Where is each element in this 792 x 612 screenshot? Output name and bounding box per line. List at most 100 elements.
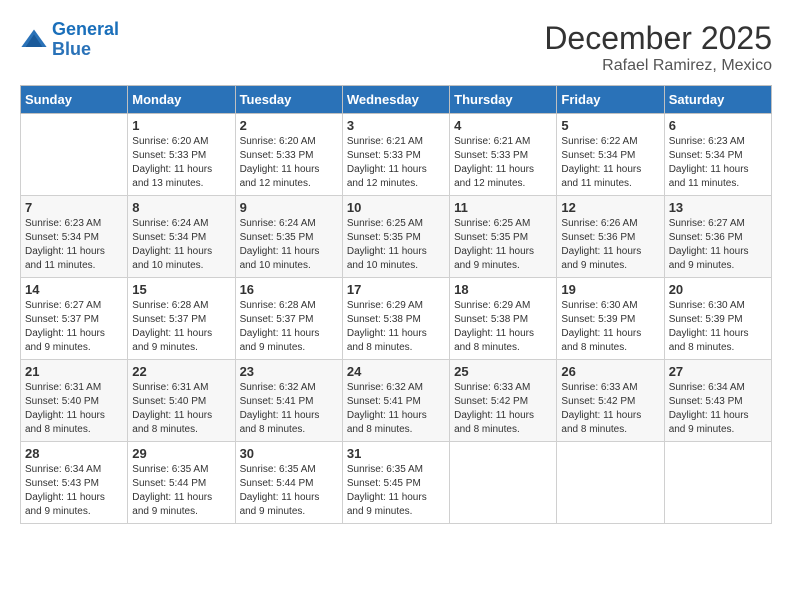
day-number: 3	[347, 118, 445, 133]
day-info: Sunrise: 6:27 AMSunset: 5:37 PMDaylight:…	[25, 299, 123, 355]
day-info: Sunrise: 6:25 AMSunset: 5:35 PMDaylight:…	[454, 217, 552, 273]
day-number: 29	[132, 446, 230, 461]
day-info: Sunrise: 6:27 AMSunset: 5:36 PMDaylight:…	[669, 217, 767, 273]
calendar-cell: 28 Sunrise: 6:34 AMSunset: 5:43 PMDayligh…	[21, 442, 128, 524]
calendar-week-row: 14 Sunrise: 6:27 AMSunset: 5:37 PMDayligh…	[21, 278, 772, 360]
calendar-cell: 2 Sunrise: 6:20 AMSunset: 5:33 PMDaylight…	[235, 114, 342, 196]
calendar-cell: 30 Sunrise: 6:35 AMSunset: 5:44 PMDayligh…	[235, 442, 342, 524]
calendar-week-row: 28 Sunrise: 6:34 AMSunset: 5:43 PMDayligh…	[21, 442, 772, 524]
calendar-cell: 6Sunrise: 6:23 AMSunset: 5:34 PMDaylight…	[664, 114, 771, 196]
calendar-week-row: 7 Sunrise: 6:23 AMSunset: 5:34 PMDaylight…	[21, 196, 772, 278]
calendar-cell: 31 Sunrise: 6:35 AMSunset: 5:45 PMDayligh…	[342, 442, 449, 524]
calendar-cell: 7 Sunrise: 6:23 AMSunset: 5:34 PMDaylight…	[21, 196, 128, 278]
day-info: Sunrise: 6:35 AMSunset: 5:45 PMDaylight:…	[347, 463, 445, 519]
day-number: 10	[347, 200, 445, 215]
calendar-cell: 15 Sunrise: 6:28 AMSunset: 5:37 PMDayligh…	[128, 278, 235, 360]
calendar-cell: 14 Sunrise: 6:27 AMSunset: 5:37 PMDayligh…	[21, 278, 128, 360]
calendar-cell: 19 Sunrise: 6:30 AMSunset: 5:39 PMDayligh…	[557, 278, 664, 360]
day-number: 1	[132, 118, 230, 133]
month-title: December 2025	[544, 20, 772, 57]
calendar-cell: 18 Sunrise: 6:29 AMSunset: 5:38 PMDayligh…	[450, 278, 557, 360]
day-info: Sunrise: 6:20 AMSunset: 5:33 PMDaylight:…	[240, 135, 338, 191]
day-number: 24	[347, 364, 445, 379]
calendar-cell: 12 Sunrise: 6:26 AMSunset: 5:36 PMDayligh…	[557, 196, 664, 278]
day-number: 2	[240, 118, 338, 133]
day-info: Sunrise: 6:32 AMSunset: 5:41 PMDaylight:…	[347, 381, 445, 437]
weekday-header: Saturday	[664, 86, 771, 114]
calendar-week-row: 1 Sunrise: 6:20 AMSunset: 5:33 PMDaylight…	[21, 114, 772, 196]
calendar-table: SundayMondayTuesdayWednesdayThursdayFrid…	[20, 85, 772, 524]
day-info: Sunrise: 6:31 AMSunset: 5:40 PMDaylight:…	[25, 381, 123, 437]
day-info: Sunrise: 6:22 AMSunset: 5:34 PMDaylight:…	[561, 135, 659, 191]
day-info: Sunrise: 6:35 AMSunset: 5:44 PMDaylight:…	[240, 463, 338, 519]
calendar-cell	[21, 114, 128, 196]
day-info: Sunrise: 6:24 AMSunset: 5:35 PMDaylight:…	[240, 217, 338, 273]
day-info: Sunrise: 6:34 AMSunset: 5:43 PMDaylight:…	[669, 381, 767, 437]
calendar-cell: 27 Sunrise: 6:34 AMSunset: 5:43 PMDayligh…	[664, 360, 771, 442]
title-block: December 2025 Rafael Ramirez, Mexico	[544, 20, 772, 75]
calendar-week-row: 21 Sunrise: 6:31 AMSunset: 5:40 PMDayligh…	[21, 360, 772, 442]
calendar-cell: 25Sunrise: 6:33 AMSunset: 5:42 PMDayligh…	[450, 360, 557, 442]
day-info: Sunrise: 6:35 AMSunset: 5:44 PMDaylight:…	[132, 463, 230, 519]
day-info: Sunrise: 6:29 AMSunset: 5:38 PMDaylight:…	[347, 299, 445, 355]
day-info: Sunrise: 6:33 AMSunset: 5:42 PMDaylight:…	[561, 381, 659, 437]
calendar-subtitle: Rafael Ramirez, Mexico	[544, 57, 772, 75]
calendar-cell: 24 Sunrise: 6:32 AMSunset: 5:41 PMDayligh…	[342, 360, 449, 442]
day-number: 11	[454, 200, 552, 215]
calendar-cell: 29 Sunrise: 6:35 AMSunset: 5:44 PMDayligh…	[128, 442, 235, 524]
day-number: 15	[132, 282, 230, 297]
day-number: 28	[25, 446, 123, 461]
logo-icon	[20, 26, 48, 54]
day-number: 12	[561, 200, 659, 215]
logo-text: General Blue	[52, 20, 119, 60]
calendar-cell: 8Sunrise: 6:24 AMSunset: 5:34 PMDaylight…	[128, 196, 235, 278]
calendar-cell: 9 Sunrise: 6:24 AMSunset: 5:35 PMDaylight…	[235, 196, 342, 278]
day-number: 20	[669, 282, 767, 297]
day-info: Sunrise: 6:21 AMSunset: 5:33 PMDaylight:…	[347, 135, 445, 191]
calendar-cell: 13 Sunrise: 6:27 AMSunset: 5:36 PMDayligh…	[664, 196, 771, 278]
day-number: 27	[669, 364, 767, 379]
page-header: General Blue December 2025 Rafael Ramire…	[20, 20, 772, 75]
day-info: Sunrise: 6:23 AMSunset: 5:34 PMDaylight:…	[669, 135, 767, 191]
day-info: Sunrise: 6:33 AMSunset: 5:42 PMDaylight:…	[454, 381, 552, 437]
day-info: Sunrise: 6:30 AMSunset: 5:39 PMDaylight:…	[561, 299, 659, 355]
weekday-header: Friday	[557, 86, 664, 114]
day-number: 14	[25, 282, 123, 297]
calendar-cell: 10Sunrise: 6:25 AMSunset: 5:35 PMDayligh…	[342, 196, 449, 278]
day-info: Sunrise: 6:28 AMSunset: 5:37 PMDaylight:…	[132, 299, 230, 355]
weekday-header: Monday	[128, 86, 235, 114]
calendar-cell: 22 Sunrise: 6:31 AMSunset: 5:40 PMDayligh…	[128, 360, 235, 442]
calendar-cell: 11 Sunrise: 6:25 AMSunset: 5:35 PMDayligh…	[450, 196, 557, 278]
day-number: 30	[240, 446, 338, 461]
day-number: 18	[454, 282, 552, 297]
logo: General Blue	[20, 20, 119, 60]
day-number: 9	[240, 200, 338, 215]
day-info: Sunrise: 6:29 AMSunset: 5:38 PMDaylight:…	[454, 299, 552, 355]
day-info: Sunrise: 6:34 AMSunset: 5:43 PMDaylight:…	[25, 463, 123, 519]
day-number: 26	[561, 364, 659, 379]
day-info: Sunrise: 6:28 AMSunset: 5:37 PMDaylight:…	[240, 299, 338, 355]
calendar-cell	[450, 442, 557, 524]
day-number: 4	[454, 118, 552, 133]
day-number: 13	[669, 200, 767, 215]
day-number: 7	[25, 200, 123, 215]
day-info: Sunrise: 6:31 AMSunset: 5:40 PMDaylight:…	[132, 381, 230, 437]
day-number: 17	[347, 282, 445, 297]
calendar-cell	[664, 442, 771, 524]
weekday-header: Sunday	[21, 86, 128, 114]
calendar-cell: 17 Sunrise: 6:29 AMSunset: 5:38 PMDayligh…	[342, 278, 449, 360]
calendar-cell: 21 Sunrise: 6:31 AMSunset: 5:40 PMDayligh…	[21, 360, 128, 442]
day-number: 16	[240, 282, 338, 297]
calendar-cell: 4 Sunrise: 6:21 AMSunset: 5:33 PMDaylight…	[450, 114, 557, 196]
day-number: 21	[25, 364, 123, 379]
calendar-cell: 20Sunrise: 6:30 AMSunset: 5:39 PMDayligh…	[664, 278, 771, 360]
weekday-header: Tuesday	[235, 86, 342, 114]
day-number: 31	[347, 446, 445, 461]
day-info: Sunrise: 6:26 AMSunset: 5:36 PMDaylight:…	[561, 217, 659, 273]
day-info: Sunrise: 6:21 AMSunset: 5:33 PMDaylight:…	[454, 135, 552, 191]
day-number: 8	[132, 200, 230, 215]
day-number: 22	[132, 364, 230, 379]
day-info: Sunrise: 6:23 AMSunset: 5:34 PMDaylight:…	[25, 217, 123, 273]
calendar-cell: 5Sunrise: 6:22 AMSunset: 5:34 PMDaylight…	[557, 114, 664, 196]
day-number: 19	[561, 282, 659, 297]
